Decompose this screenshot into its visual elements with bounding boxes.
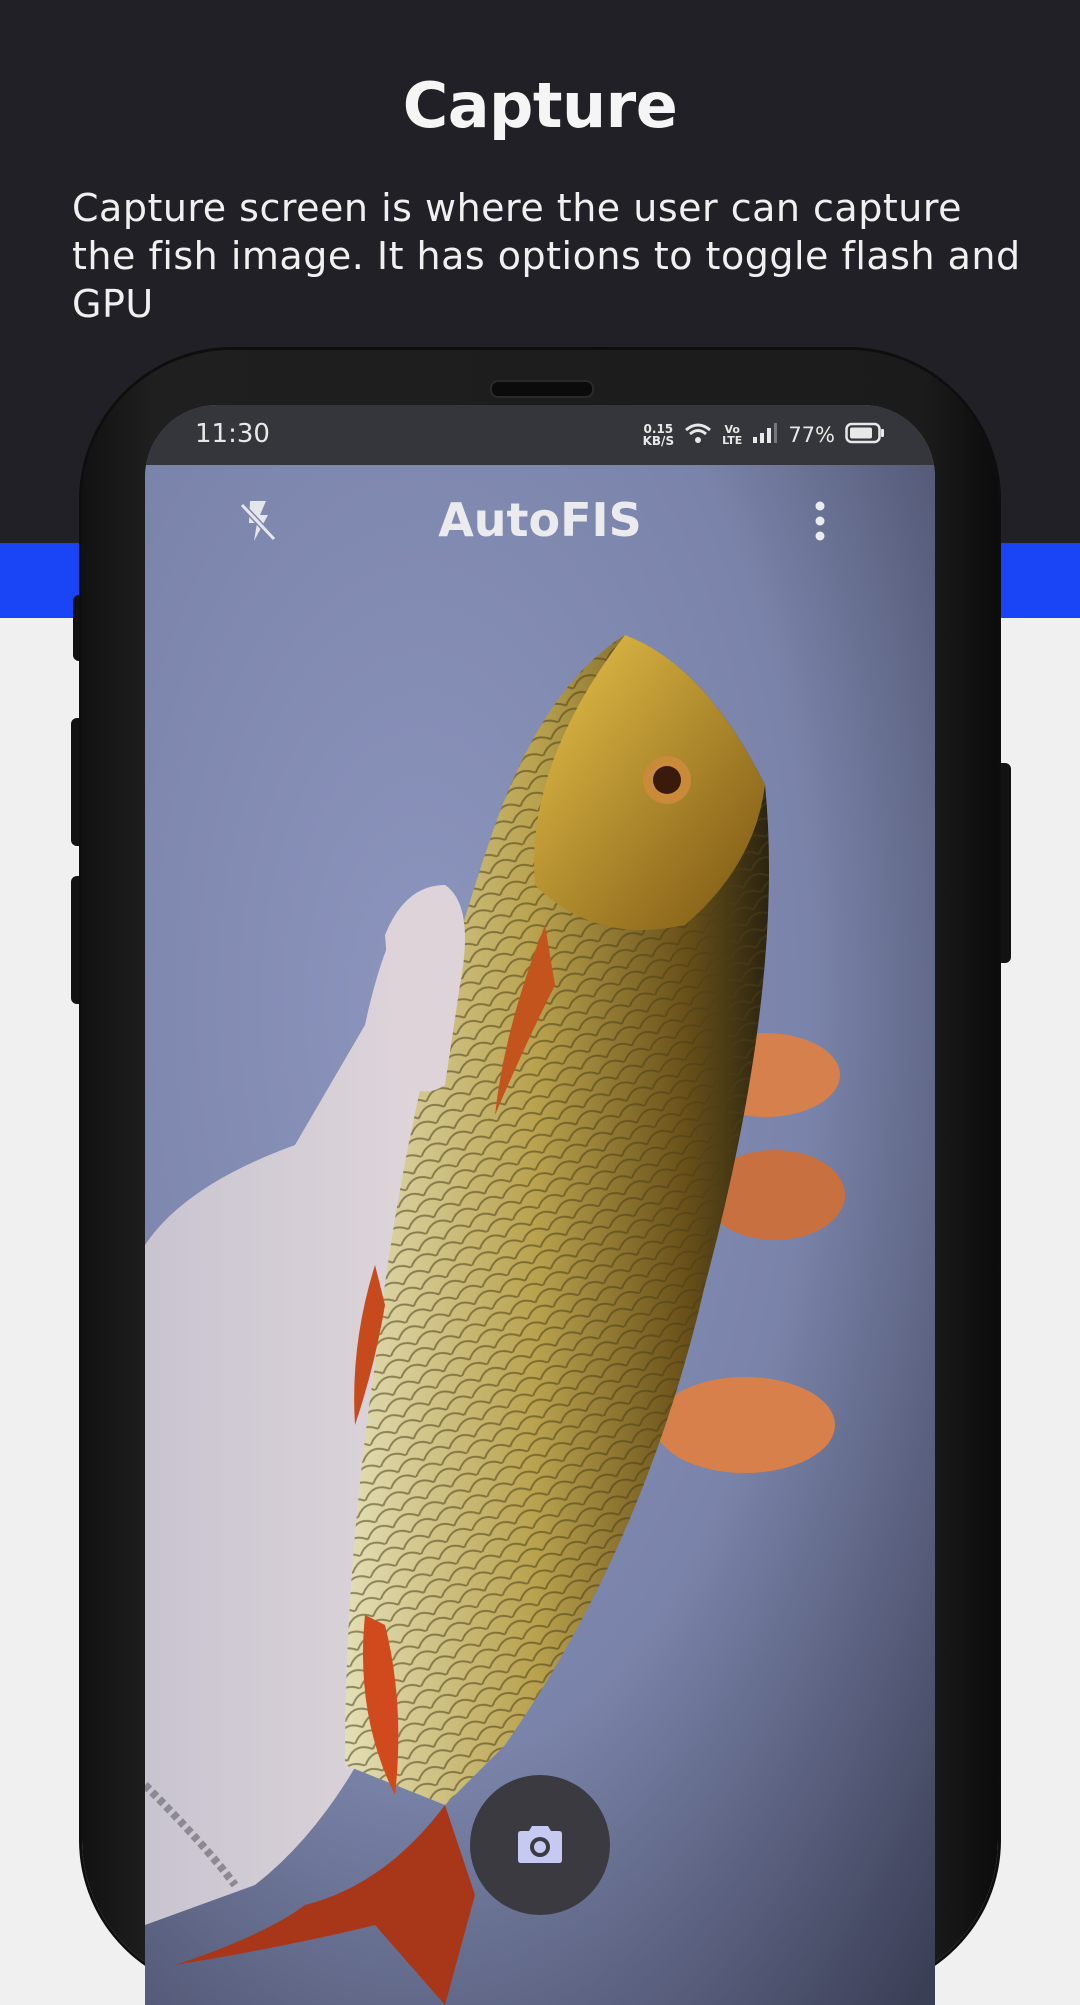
signal-icon bbox=[752, 423, 778, 447]
volte-indicator: Vo LTE bbox=[722, 424, 742, 446]
wifi-icon bbox=[684, 422, 712, 448]
status-icons: 0.15 KB/S Vo LTE 77% bbox=[643, 417, 885, 453]
phone-screen: 11:30 0.15 KB/S Vo LTE 77% AutoFIS bbox=[145, 405, 935, 2005]
fish-photo bbox=[145, 465, 935, 2005]
volte-bottom: LTE bbox=[722, 434, 743, 447]
network-speed: 0.15 KB/S bbox=[643, 423, 674, 447]
phone-speaker bbox=[490, 380, 594, 398]
more-vert-icon bbox=[814, 501, 826, 545]
network-speed-unit: KB/S bbox=[642, 434, 675, 448]
camera-icon bbox=[516, 1822, 564, 1868]
promo-description: Capture screen is where the user can cap… bbox=[72, 186, 1021, 326]
camera-preview[interactable] bbox=[145, 465, 935, 2005]
status-time: 11:30 bbox=[195, 419, 270, 449]
battery-percent: 77% bbox=[788, 423, 835, 447]
status-bar: 11:30 0.15 KB/S Vo LTE 77% bbox=[145, 405, 935, 465]
battery-icon bbox=[845, 422, 885, 448]
promo-title: Capture bbox=[402, 69, 678, 142]
app-toolbar: AutoFIS bbox=[145, 465, 935, 575]
capture-button[interactable] bbox=[470, 1775, 610, 1915]
overflow-menu-button[interactable] bbox=[790, 493, 850, 553]
